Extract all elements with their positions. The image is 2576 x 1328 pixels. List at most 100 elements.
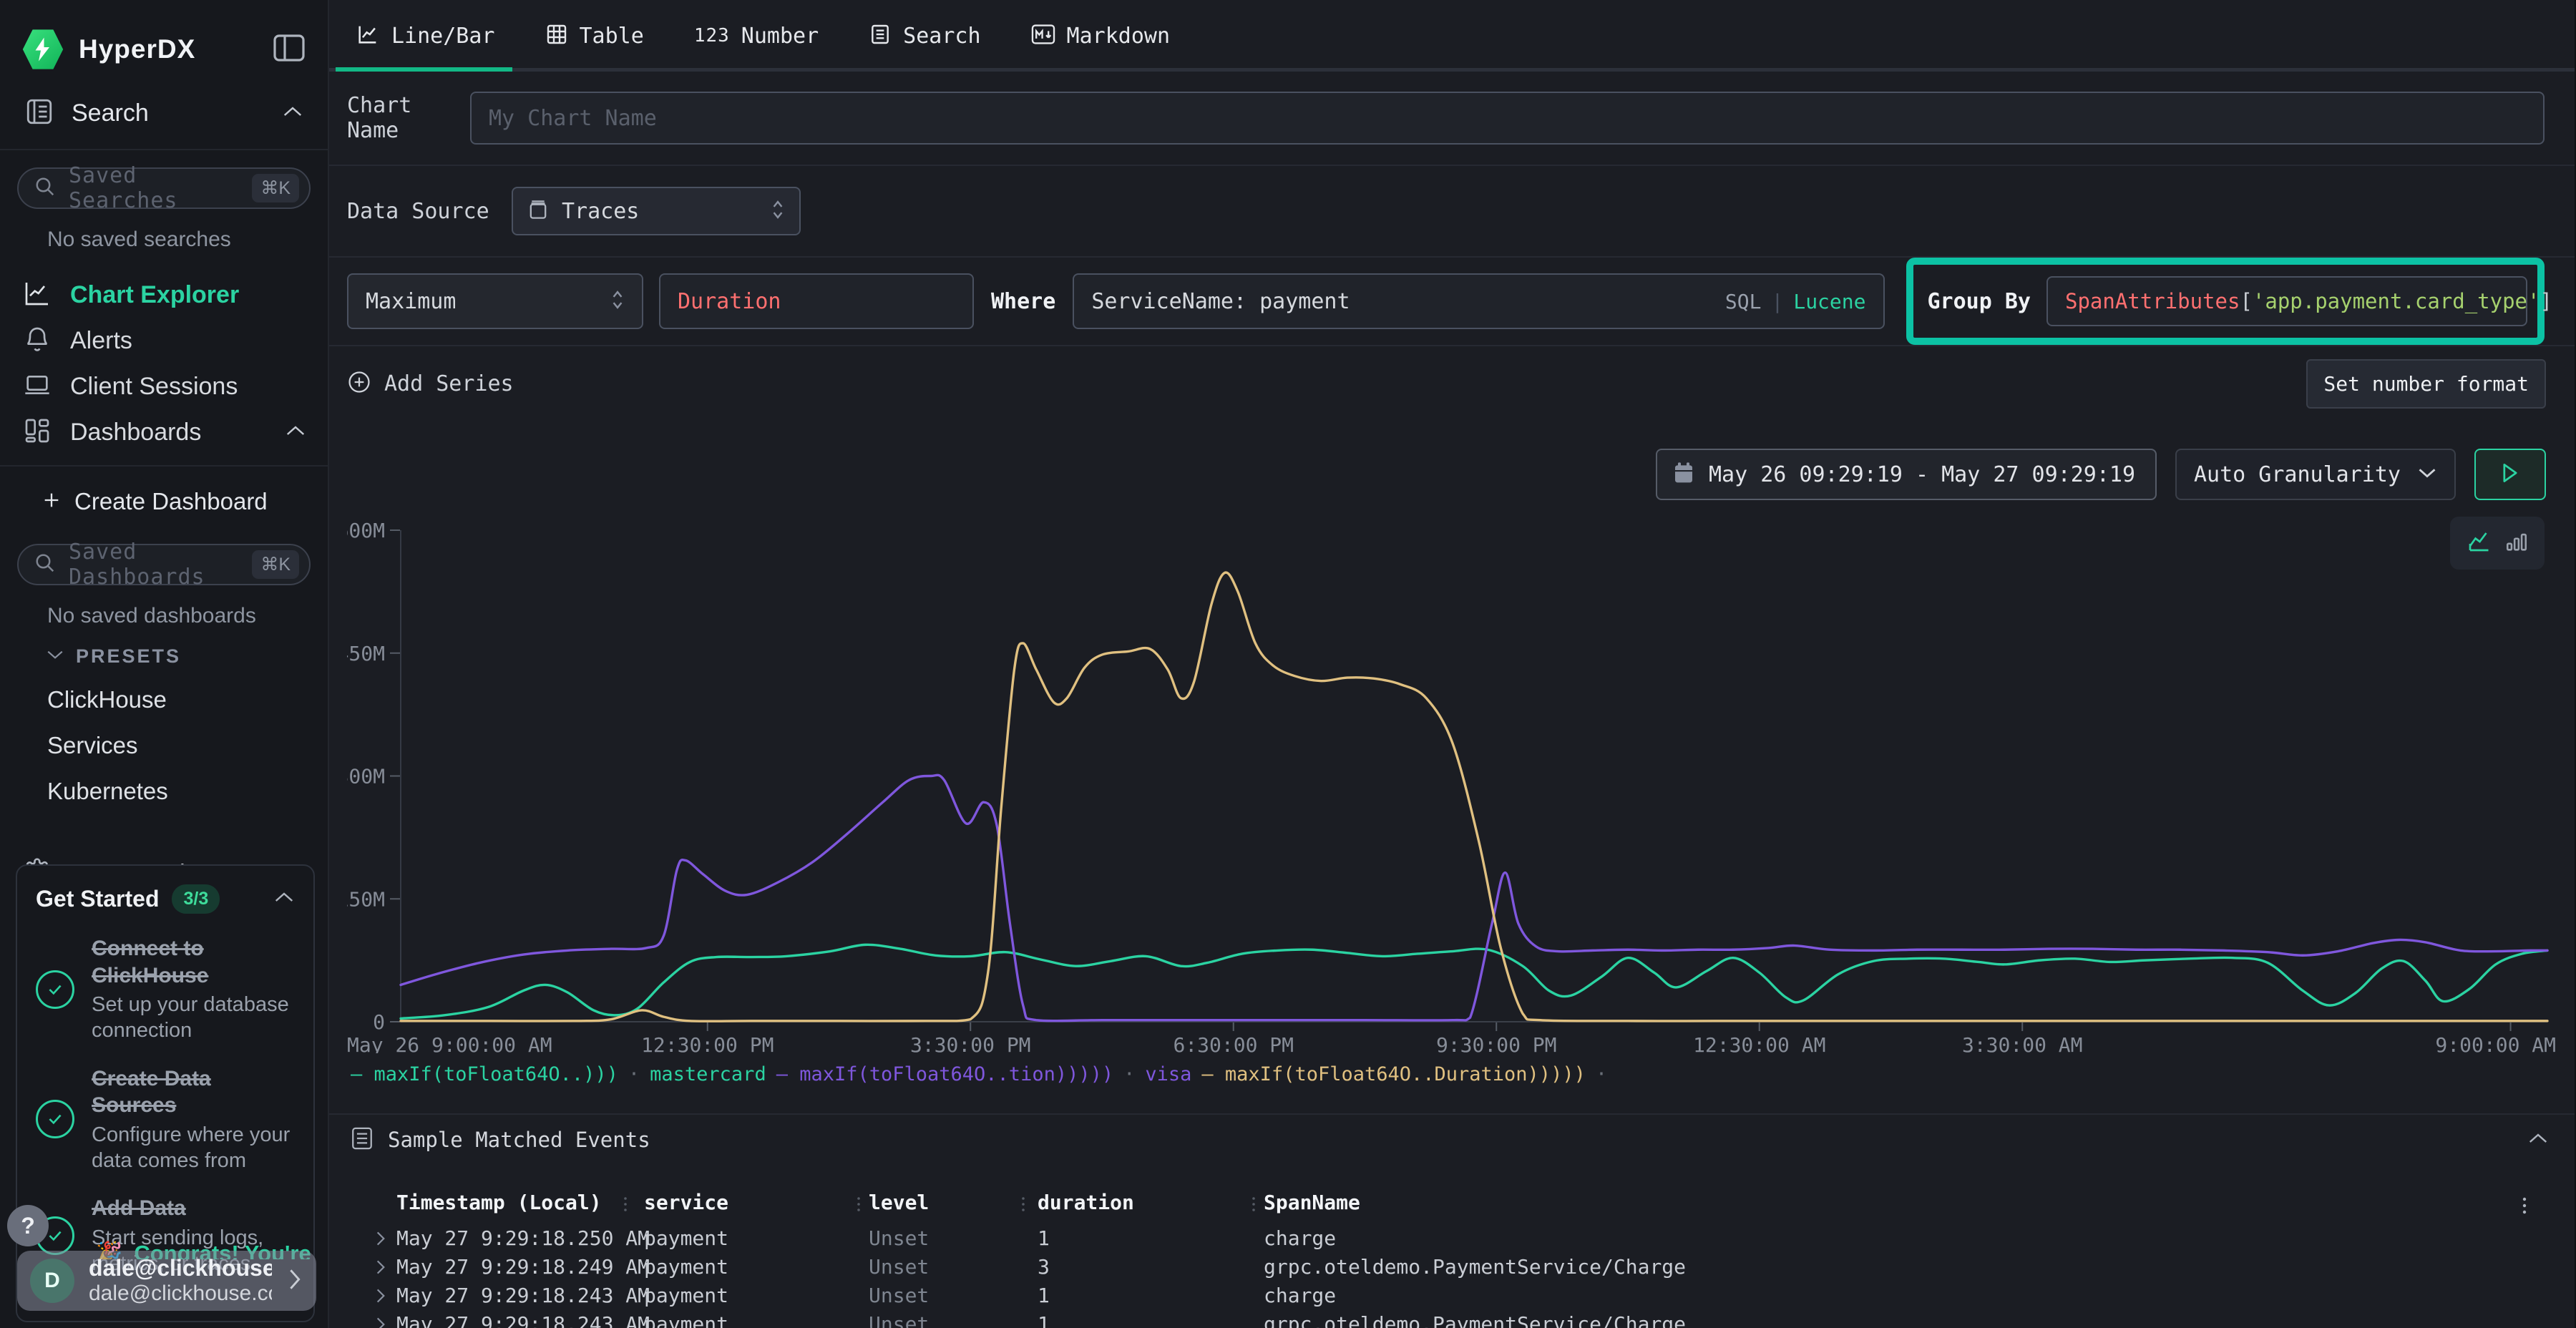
play-icon [2501,462,2519,487]
lucene-toggle[interactable]: Lucene [1793,290,1865,313]
svg-text:9:30:00 PM: 9:30:00 PM [1436,1033,1557,1053]
saved-dashboards-input[interactable]: Saved Dashboards ⌘K [17,544,311,585]
main-content: Line/Bar Table 123 Number Search [329,0,2575,1328]
cell-spanname: grpc.oteldemo.PaymentService/Charge [1264,1255,1686,1279]
sidebar-item-client-sessions[interactable]: Client Sessions [0,363,328,409]
get-started-progress-badge: 3/3 [172,884,220,914]
run-query-button[interactable] [2474,449,2546,500]
preset-clickhouse[interactable]: ClickHouse [47,686,328,713]
date-range-picker[interactable]: May 26 09:29:19 - May 27 09:29:19 [1656,449,2157,500]
legend-group-name[interactable]: visa [1145,1063,1191,1085]
table-row[interactable]: May 27 9:29:18.249 AM payment Unset 3 gr… [329,1255,2575,1284]
tab-markdown[interactable]: Markdown [1021,0,1181,72]
aggregation-select[interactable]: Maximum [347,273,643,329]
saved-searches-input[interactable]: Saved Searches ⌘K [17,167,311,209]
chart-type-tabs: Line/Bar Table 123 Number Search [329,0,2575,72]
help-button[interactable]: ? [7,1205,49,1246]
get-started-item-title: Connect to ClickHouse [92,935,295,989]
get-started-item[interactable]: Connect to ClickHouse Set up your databa… [36,935,295,1044]
chevron-up-icon [282,104,303,122]
database-icon [527,198,549,224]
sidebar-item-alerts[interactable]: Alerts [0,318,328,363]
data-source-value: Traces [562,199,758,224]
sql-toggle[interactable]: SQL [1725,290,1762,313]
field-input[interactable]: Duration [659,273,974,329]
brand-row: HyperDX [0,0,328,74]
column-header-service[interactable]: service [644,1191,728,1214]
cell-level: Unset [869,1312,929,1328]
circle-plus-icon [347,370,371,397]
chart-name-input[interactable]: My Chart Name [470,92,2545,145]
tab-label: Number [741,24,819,49]
cell-level: Unset [869,1255,929,1279]
granularity-select[interactable]: Auto Granularity [2175,449,2456,500]
svg-text:150M: 150M [347,887,385,911]
presets-toggle[interactable]: PRESETS [46,645,328,668]
svg-text:12:30:00 PM: 12:30:00 PM [641,1033,774,1053]
tab-table[interactable]: Table [535,0,654,72]
column-header-duration[interactable]: duration [1038,1191,1134,1214]
svg-text:3:30:00 PM: 3:30:00 PM [910,1033,1031,1053]
sidebar-item-dashboards[interactable]: Dashboards [0,409,328,455]
chevron-up-icon[interactable] [273,890,295,908]
svg-text:6:30:00 PM: 6:30:00 PM [1173,1033,1294,1053]
column-header-timestamp[interactable]: Timestamp (Local) [396,1191,602,1214]
expand-row-icon[interactable] [375,1258,386,1276]
chevron-up-icon[interactable] [2527,1131,2549,1148]
user-email: dale@clickhouse.com [89,1255,272,1281]
add-series-button[interactable]: Add Series [347,370,514,397]
sidebar-section-search[interactable]: Search [0,92,328,135]
table-row[interactable]: May 27 9:29:18.243 AM payment Unset 1 ch… [329,1284,2575,1312]
legend-series-expr[interactable]: — maxIf(toFloat64O..tion))))) [776,1063,1113,1085]
table-row[interactable]: May 27 9:29:18.243 AM payment Unset 1 gr… [329,1312,2575,1328]
where-input[interactable]: ServiceName: payment SQL | Lucene [1073,273,1884,329]
cell-duration: 1 [1038,1284,1050,1307]
get-started-item[interactable]: Create Data Sources Configure where your… [36,1065,295,1174]
set-number-format-button[interactable]: Set number format [2306,359,2546,409]
column-separator-icon[interactable] [1251,1195,1257,1216]
get-started-item-title: Create Data Sources [92,1065,295,1119]
collapse-sidebar-icon[interactable] [272,33,306,67]
bracket-open: [ [2240,289,2252,313]
expand-row-icon[interactable] [375,1315,386,1328]
kebab-menu-icon[interactable] [2522,1195,2527,1219]
cell-service: payment [644,1312,728,1328]
legend-series-expr[interactable]: — maxIf(toFloat64O..))) [351,1063,618,1085]
user-menu[interactable]: D dale@clickhouse.com dale@clickhouse.co… [17,1251,316,1311]
tab-line-bar[interactable]: Line/Bar [346,0,505,72]
legend-group-name[interactable]: mastercard [650,1063,766,1085]
tab-search[interactable]: Search [859,0,990,72]
chart-line-icon [23,279,52,311]
add-series-label: Add Series [384,371,514,396]
cell-level: Unset [869,1226,929,1250]
preset-services[interactable]: Services [47,732,328,759]
table-row[interactable]: May 27 9:29:18.250 AM payment Unset 1 ch… [329,1226,2575,1255]
chart-legend: — maxIf(toFloat64O..)))·mastercard— maxI… [351,1063,1607,1085]
sidebar-item-chart-explorer[interactable]: Chart Explorer [0,272,328,318]
field-value: Duration [678,289,781,314]
column-separator-icon[interactable] [856,1195,862,1216]
create-dashboard-button[interactable]: Create Dashboard [0,477,328,527]
brand-title: HyperDX [79,34,258,64]
group-by-input[interactable]: SpanAttributes['app.payment.card_type'] [2046,276,2527,326]
shortcut-badge: ⌘K [252,550,299,579]
chevron-up-icon [285,424,306,441]
data-source-label: Data Source [347,199,512,224]
cell-duration: 1 [1038,1226,1050,1250]
hyperdx-logo-icon[interactable] [21,28,64,71]
column-separator-icon[interactable] [1020,1195,1026,1216]
column-header-level[interactable]: level [869,1191,929,1214]
select-caret-icon [610,289,625,313]
column-separator-icon[interactable] [623,1195,628,1216]
expand-row-icon[interactable] [375,1229,386,1248]
tab-number[interactable]: 123 Number [684,0,829,72]
column-header-spanname[interactable]: SpanName [1264,1191,1360,1214]
cell-spanname: charge [1264,1226,1336,1250]
expand-row-icon[interactable] [375,1286,386,1305]
get-started-title: Get Started [36,886,159,912]
get-started-item-desc: Set up your database connection [92,992,295,1044]
data-source-select[interactable]: Traces [512,187,801,235]
timeseries-chart[interactable]: 0150M300M450M600MMay 26 9:00:00 AM12:30:… [347,521,2558,1053]
legend-series-expr[interactable]: — maxIf(toFloat64O..Duration))))) [1201,1063,1585,1085]
preset-kubernetes[interactable]: Kubernetes [47,778,328,805]
